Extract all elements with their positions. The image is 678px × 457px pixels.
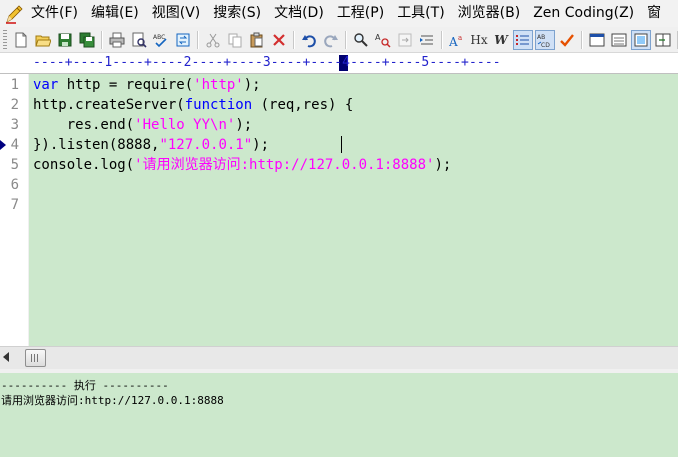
delete-icon[interactable] — [269, 30, 289, 50]
save-icon[interactable] — [55, 30, 75, 50]
app-pencil-icon — [4, 3, 24, 25]
menu-file[interactable]: 文件(F) — [24, 0, 84, 27]
line-number: 7 — [10, 197, 19, 213]
line-numbers-icon[interactable] — [513, 29, 533, 50]
code-string: 'http' — [193, 77, 244, 93]
output-pane: ---------- 执行 ---------- 请用浏览器访问:http://… — [0, 369, 678, 457]
split-icon[interactable] — [653, 30, 673, 50]
code-string: "127.0.0.1" — [159, 137, 253, 153]
line-number: 5 — [10, 157, 19, 173]
word-wrap-icon[interactable]: W — [491, 30, 511, 50]
scrollbar-thumb[interactable] — [25, 349, 46, 367]
window-icon[interactable] — [587, 30, 607, 50]
fullscreen-icon[interactable] — [631, 29, 651, 50]
open-folder-icon[interactable] — [33, 30, 53, 50]
menu-tools[interactable]: 工具(T) — [390, 0, 450, 27]
find-icon[interactable] — [351, 30, 371, 50]
code-keyword: function — [184, 97, 253, 113]
copy-icon[interactable] — [225, 30, 245, 50]
horizontal-scrollbar[interactable] — [0, 346, 678, 369]
print-preview-icon[interactable] — [129, 30, 149, 50]
code-text: ); — [252, 137, 270, 153]
ruler-scale: ----+----1----+----2----+----3----+----4… — [33, 55, 501, 70]
column-ruler: ----+----1----+----2----+----3----+----4… — [0, 53, 678, 74]
code-keyword: var — [33, 77, 59, 93]
menu-bar: 文件(F) 编辑(E) 视图(V) 搜索(S) 文档(D) 工程(P) 工具(T… — [0, 0, 678, 27]
code-text: (req,res) { — [252, 97, 354, 113]
menu-document[interactable]: 文档(D) — [267, 0, 330, 27]
code-editor[interactable]: var http = require('http'); http.createS… — [29, 74, 678, 346]
code-text: ); — [235, 117, 253, 133]
toolbar-separator — [197, 30, 199, 49]
menu-window[interactable]: 窗 — [640, 0, 667, 27]
menu-browser[interactable]: 浏览器(B) — [451, 0, 527, 27]
print-icon[interactable] — [107, 30, 127, 50]
window-list-icon[interactable] — [609, 30, 629, 50]
goto-icon[interactable] — [395, 30, 415, 50]
output-line: 请用浏览器访问:http://127.0.0.1:8888 — [1, 394, 224, 407]
code-text: res.end( — [33, 117, 135, 133]
toolbar-separator — [293, 30, 295, 49]
code-text: http.createServer( — [33, 97, 185, 113]
menu-view[interactable]: 视图(V) — [145, 0, 207, 27]
menu-project[interactable]: 工程(P) — [330, 0, 390, 27]
scroll-left-arrow-icon[interactable] — [3, 352, 9, 362]
svg-text:ABC: ABC — [153, 34, 165, 41]
check-icon[interactable] — [557, 30, 577, 50]
svg-text:A: A — [449, 35, 458, 48]
line-number-gutter: 1 2 3 4 5 6 7 — [0, 74, 28, 346]
code-line[interactable]: http.createServer(function (req,res) { — [33, 95, 353, 115]
code-text: ); — [243, 77, 261, 93]
toolbar-grip[interactable] — [3, 30, 7, 49]
toolbar: ABC A Aa Hx W AB CD — [0, 27, 678, 53]
ruler-icon[interactable]: AB CD — [535, 29, 555, 50]
line-number: 6 — [10, 177, 19, 193]
menu-edit[interactable]: 编辑(E) — [84, 0, 145, 27]
indent-icon[interactable] — [417, 30, 437, 50]
svg-text:AB: AB — [537, 34, 545, 41]
save-all-icon[interactable] — [77, 30, 97, 50]
code-string: '请用浏览器访问:http://127.0.0.1:8888' — [134, 157, 435, 173]
code-line[interactable]: console.log('请用浏览器访问:http://127.0.0.1:88… — [33, 155, 451, 175]
menu-search[interactable]: 搜索(S) — [206, 0, 267, 27]
line-number: 1 — [10, 77, 19, 93]
code-text: http = require( — [58, 77, 194, 93]
new-file-icon[interactable] — [11, 30, 31, 50]
undo-icon[interactable] — [299, 30, 319, 50]
toolbar-separator — [581, 30, 583, 49]
current-line-arrow-icon — [0, 140, 6, 150]
code-string: 'Hello YY\n' — [134, 117, 236, 133]
convert-icon[interactable] — [173, 30, 193, 50]
code-text: }).listen(8888, — [33, 137, 160, 153]
output-header: ---------- 执行 ---------- — [1, 379, 169, 392]
code-line[interactable]: res.end('Hello YY\n'); — [33, 115, 252, 135]
text-caret — [341, 136, 342, 153]
svg-text:CD: CD — [541, 42, 550, 48]
code-text: console.log( — [33, 157, 135, 173]
code-text: ); — [434, 157, 452, 173]
code-line[interactable]: }).listen(8888,"127.0.0.1"); — [33, 135, 269, 155]
spell-check-icon[interactable]: ABC — [151, 30, 171, 50]
redo-icon[interactable] — [321, 30, 341, 50]
line-number: 2 — [10, 97, 19, 113]
replace-icon[interactable]: A — [373, 30, 393, 50]
line-number: 3 — [10, 117, 19, 133]
svg-text:A: A — [375, 33, 381, 42]
font-size-icon[interactable]: Aa — [447, 30, 467, 50]
paste-icon[interactable] — [247, 30, 267, 50]
toolbar-separator — [345, 30, 347, 49]
toolbar-separator — [441, 30, 443, 49]
hex-view-icon[interactable]: Hx — [469, 30, 489, 50]
code-line[interactable]: var http = require('http'); — [33, 75, 261, 95]
menu-zen-coding[interactable]: Zen Coding(Z) — [526, 0, 640, 27]
toolbar-separator — [101, 30, 103, 49]
cut-icon[interactable] — [203, 30, 223, 50]
svg-text:a: a — [458, 34, 462, 42]
